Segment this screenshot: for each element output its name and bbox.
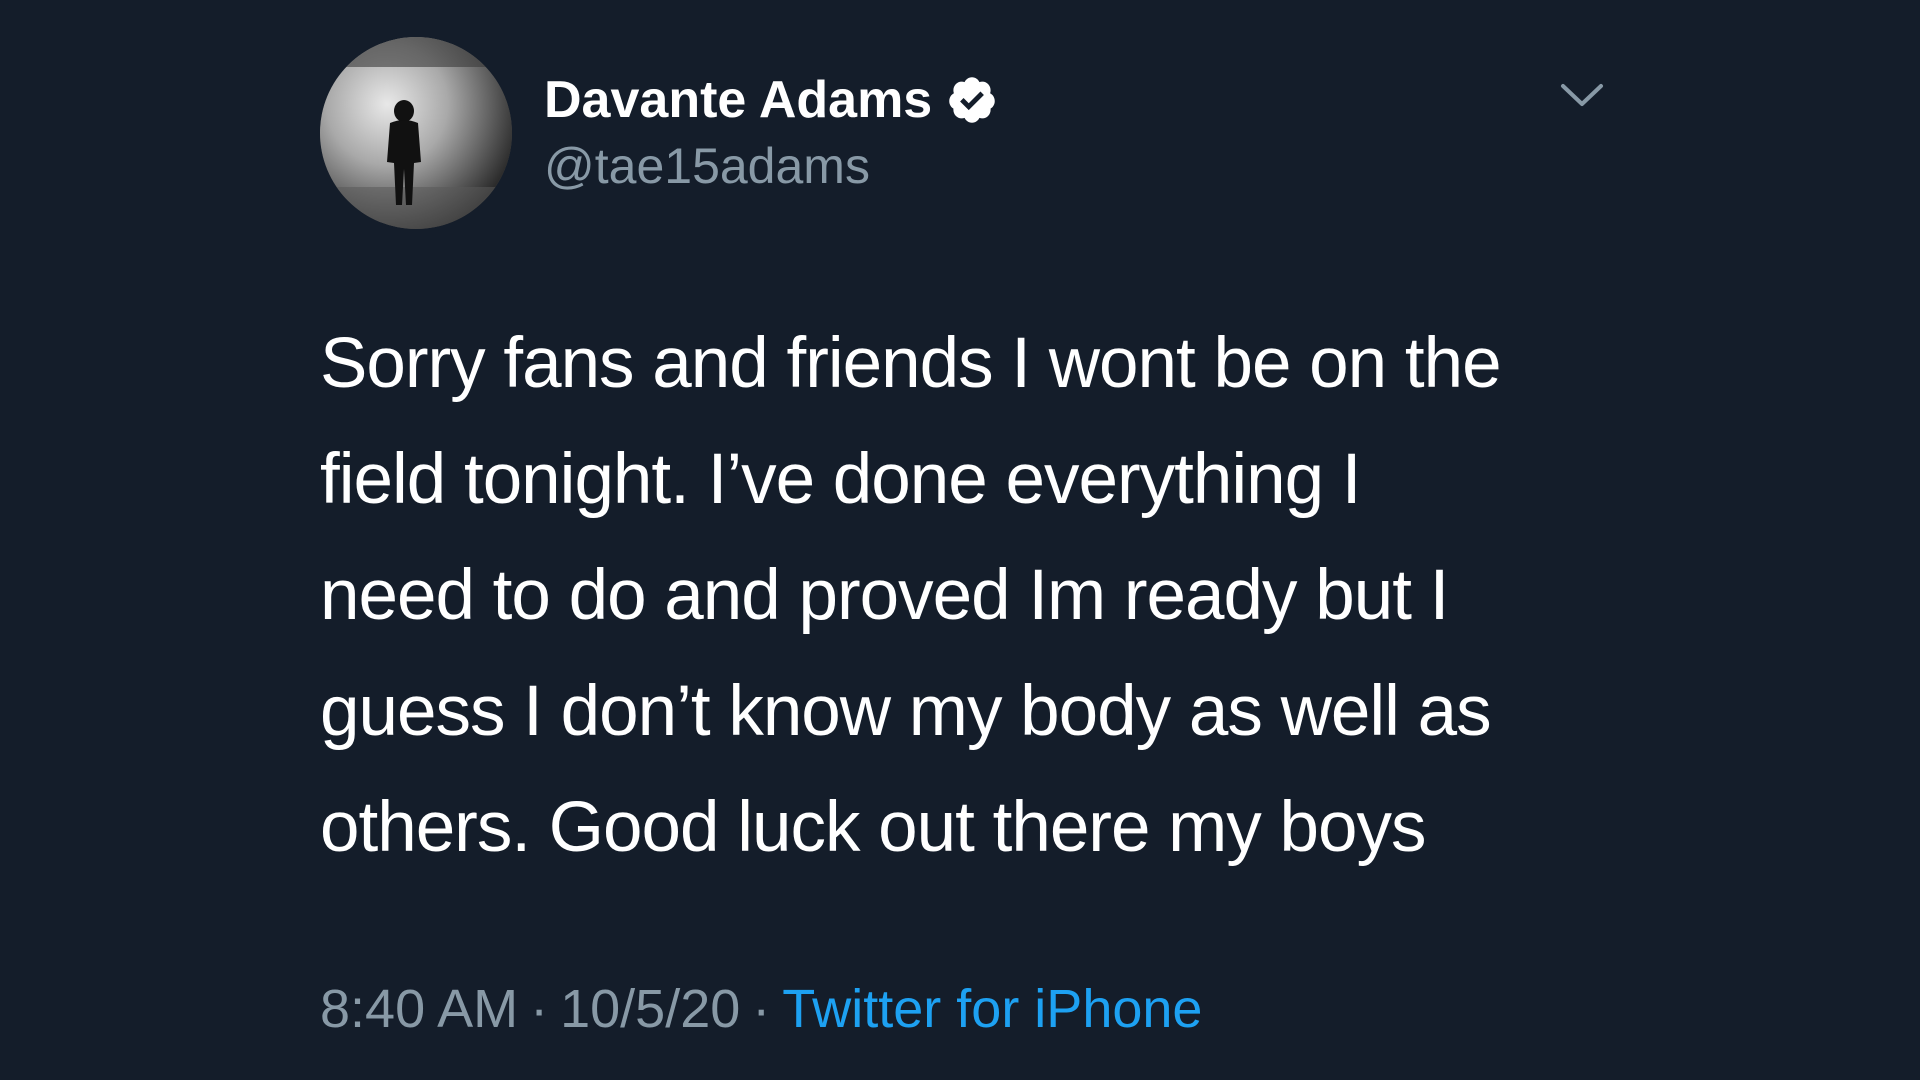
avatar-image (320, 37, 512, 229)
avatar[interactable] (320, 37, 512, 229)
tweet-text-line: guess I don’t know my body as well as (320, 672, 1492, 751)
tweet-text-line: Sorry fans and friends I wont be on the (320, 324, 1502, 403)
tweet-text: Sorry fans and friends I wont be on the … (320, 306, 1660, 886)
verified-badge-icon (949, 77, 995, 123)
author-name-row: Davante Adams (544, 66, 998, 134)
tweet-time[interactable]: 8:40 AM (320, 979, 518, 1039)
separator: · (752, 979, 771, 1039)
tweet-text-line: field tonight. I’ve done everything I (320, 440, 1362, 519)
tweet-metadata: 8:40 AM · 10/5/20 · Twitter for iPhone (320, 978, 1202, 1040)
tweet-source-link[interactable]: Twitter for iPhone (782, 979, 1202, 1039)
tweet-date[interactable]: 10/5/20 (560, 979, 740, 1039)
tweet-card: Davante Adams @tae15adams Sorry fans and… (0, 0, 1920, 1080)
separator: · (530, 979, 549, 1039)
tweet-text-line: others. Good luck out there my boys (320, 788, 1427, 867)
chevron-down-icon[interactable] (1560, 82, 1604, 108)
display-name[interactable]: Davante Adams (544, 70, 932, 130)
author-handle[interactable]: @tae15adams (544, 137, 870, 195)
tweet-text-line: need to do and proved Im ready but I (320, 556, 1449, 635)
